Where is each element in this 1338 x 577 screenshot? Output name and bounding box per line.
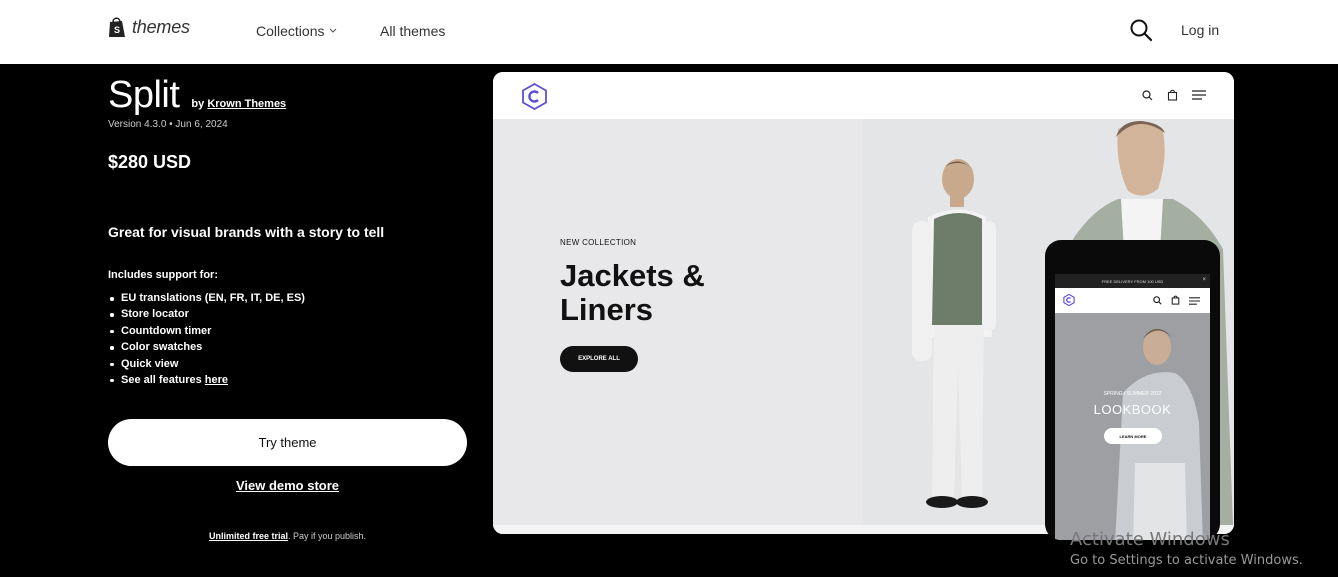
activate-windows-subtitle: Go to Settings to activate Windows. — [1070, 553, 1303, 568]
model-back-figure — [912, 159, 996, 508]
try-theme-button[interactable]: Try theme — [108, 419, 467, 466]
mobile-preview: FREE DELIVERY FROM 100 USD × SPRING / SU… — [1045, 240, 1220, 540]
hero-headline: Jackets & Liners — [560, 258, 705, 327]
activate-windows-watermark: Activate Windows Go to Settings to activ… — [1070, 529, 1303, 568]
nav-all-themes[interactable]: All themes — [380, 23, 445, 39]
hero-text-panel: NEW COLLECTION Jackets & Liners EXPLORE … — [493, 119, 863, 525]
list-item: EU translations (EN, FR, IT, DE, ES) — [108, 292, 305, 308]
trial-note: Unlimited free trial. Pay if you publish… — [108, 531, 467, 541]
mobile-hero: SPRING / SUMMER 2022 LOOKBOOK LEARN MORE — [1055, 313, 1210, 540]
free-trial-link[interactable]: Unlimited free trial — [209, 531, 288, 541]
features-here-link[interactable]: here — [205, 374, 228, 386]
menu-icon — [1192, 90, 1206, 100]
list-item: See all features here — [108, 374, 305, 390]
view-demo-store-label: View demo store — [235, 478, 340, 493]
store-logo-icon — [1063, 294, 1075, 306]
mobile-header — [1055, 288, 1210, 313]
by-prefix: by — [191, 98, 205, 110]
mobile-model-figure — [1115, 329, 1203, 540]
nav-collections-label: Collections — [256, 23, 325, 39]
feature-list: EU translations (EN, FR, IT, DE, ES) Sto… — [108, 292, 305, 390]
mobile-season-label: SPRING / SUMMER 2022 — [1103, 391, 1162, 397]
title-row: Split by Krown Themes — [108, 74, 286, 117]
store-logo-icon — [522, 83, 547, 110]
mobile-screen: FREE DELIVERY FROM 100 USD × SPRING / SU… — [1055, 274, 1210, 540]
author-link[interactable]: Krown Themes — [207, 98, 286, 110]
nav-collections[interactable]: Collections — [256, 23, 337, 39]
list-item: Color swatches — [108, 341, 305, 357]
mobile-lookbook-title: LOOKBOOK — [1093, 402, 1172, 417]
trial-note-text: . Pay if you publish. — [287, 531, 367, 541]
activate-windows-title: Activate Windows — [1070, 529, 1230, 550]
tagline: Great for visual brands with a story to … — [108, 224, 385, 240]
menu-icon — [1189, 297, 1200, 305]
login-link[interactable]: Log in — [1181, 22, 1219, 38]
svg-text:S: S — [114, 25, 120, 35]
bag-icon — [1167, 89, 1178, 101]
preview-header — [493, 72, 1234, 119]
list-item: Store locator — [108, 308, 305, 324]
mobile-announcement-bar: FREE DELIVERY FROM 100 USD × — [1055, 274, 1210, 288]
list-item: Quick view — [108, 358, 305, 374]
preview-header-icons — [1142, 89, 1206, 101]
author-line: by Krown Themes — [191, 98, 286, 110]
explore-all-button: EXPLORE ALL — [560, 346, 638, 372]
search-icon[interactable] — [1129, 18, 1153, 42]
search-icon — [1153, 296, 1162, 305]
version-info: Version 4.3.0 • Jun 6, 2024 — [108, 119, 228, 130]
price: $280 USD — [108, 152, 192, 172]
shopify-bag-icon: S — [109, 17, 125, 37]
see-all-features-label: See all features — [121, 373, 202, 386]
learn-more-button: LEARN MORE — [1104, 428, 1162, 444]
top-nav: S themes Collections All themes Log in — [0, 0, 1338, 64]
includes-heading: Includes support for: — [108, 269, 218, 281]
chevron-down-icon — [330, 28, 337, 33]
logo-text: themes — [132, 16, 190, 37]
list-item: Countdown timer — [108, 325, 305, 341]
mobile-banner-text: FREE DELIVERY FROM 100 USD — [1101, 278, 1164, 284]
shopify-themes-logo[interactable]: S themes — [108, 16, 190, 38]
bag-icon — [1171, 295, 1180, 305]
search-icon — [1142, 89, 1153, 100]
view-demo-store-link[interactable]: View demo store — [108, 478, 467, 493]
hero-kicker: NEW COLLECTION — [560, 238, 637, 247]
close-icon: × — [1202, 277, 1206, 283]
theme-title: Split — [108, 74, 180, 116]
